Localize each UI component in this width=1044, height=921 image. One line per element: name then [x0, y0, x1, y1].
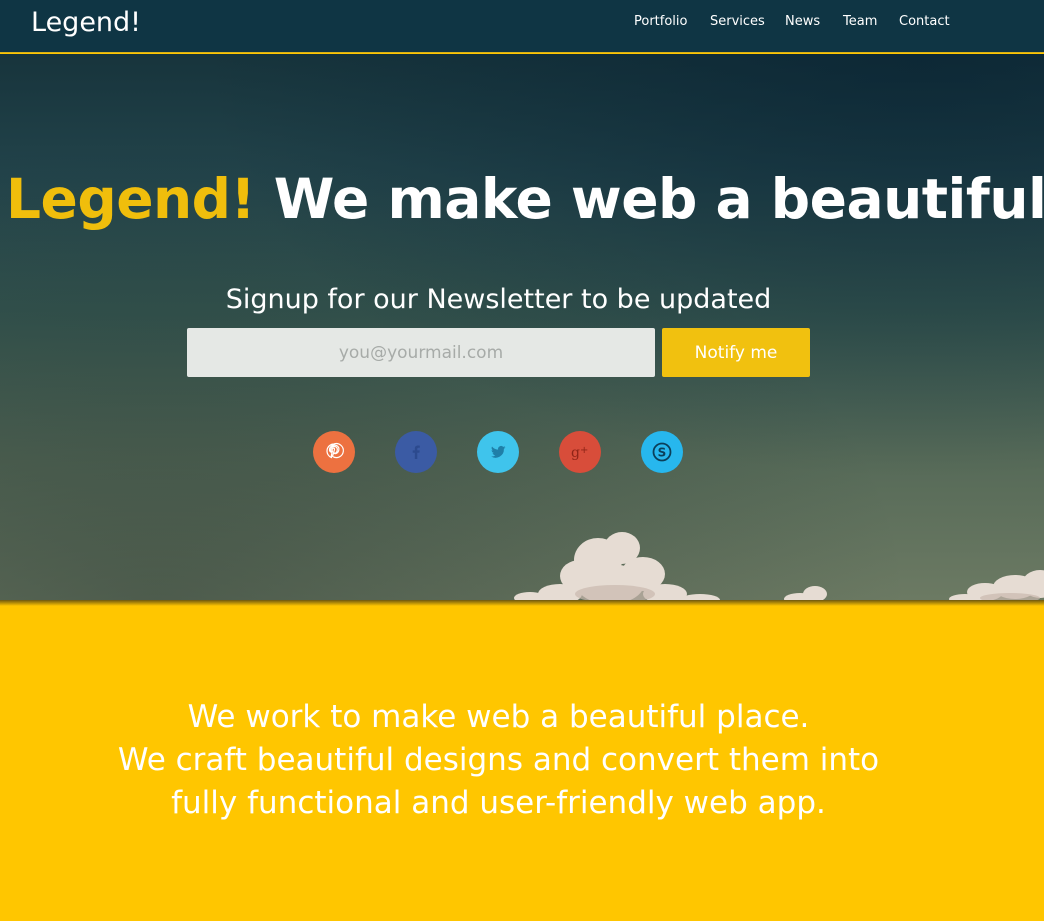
hero-headline-accent: Legend!: [6, 167, 256, 231]
nav-link-services[interactable]: Services: [710, 13, 765, 31]
svg-text:S: S: [658, 446, 667, 460]
top-navbar: Legend! Portfolio Services News Team Con…: [0, 0, 1044, 53]
about-line: fully functional and user-friendly web a…: [171, 785, 826, 821]
email-input[interactable]: [187, 328, 655, 377]
facebook-icon: [405, 441, 427, 463]
nav-link-portfolio[interactable]: Portfolio: [634, 13, 687, 31]
about-text: We work to make web a beautiful place. W…: [0, 696, 997, 825]
twitter-icon: [487, 441, 509, 463]
skype-icon: S: [650, 440, 674, 464]
newsletter-signup-label: Signup for our Newsletter to be updated: [225, 284, 772, 315]
nav-link-news[interactable]: News: [785, 13, 820, 31]
section-divider: [0, 600, 1044, 606]
skype-link[interactable]: S: [641, 431, 683, 473]
facebook-link[interactable]: [395, 431, 437, 473]
cloud-illustration: [514, 532, 1044, 600]
hero-headline: Legend! We make web a beautiful place.: [6, 167, 1044, 231]
twitter-link[interactable]: [477, 431, 519, 473]
google-plus-link[interactable]: g +: [559, 431, 601, 473]
notify-me-button[interactable]: Notify me: [662, 328, 810, 377]
hero-section: Legend! We make web a beautiful place. S…: [0, 54, 1044, 600]
pinterest-icon: [323, 441, 345, 463]
about-line: We craft beautiful designs and convert t…: [117, 742, 880, 778]
nav-link-team[interactable]: Team: [843, 13, 877, 31]
about-section: We work to make web a beautiful place. W…: [0, 600, 1044, 921]
hero-headline-text: We make web a beautiful place.: [273, 167, 1044, 231]
svg-text:g: g: [571, 445, 580, 461]
about-line: We work to make web a beautiful place.: [187, 699, 810, 735]
nav-menu: Portfolio Services News Team Contact: [0, 0, 1044, 44]
pinterest-link[interactable]: [313, 431, 355, 473]
svg-text:+: +: [580, 445, 588, 456]
google-plus-icon: g +: [568, 441, 592, 463]
nav-link-contact[interactable]: Contact: [899, 13, 950, 31]
